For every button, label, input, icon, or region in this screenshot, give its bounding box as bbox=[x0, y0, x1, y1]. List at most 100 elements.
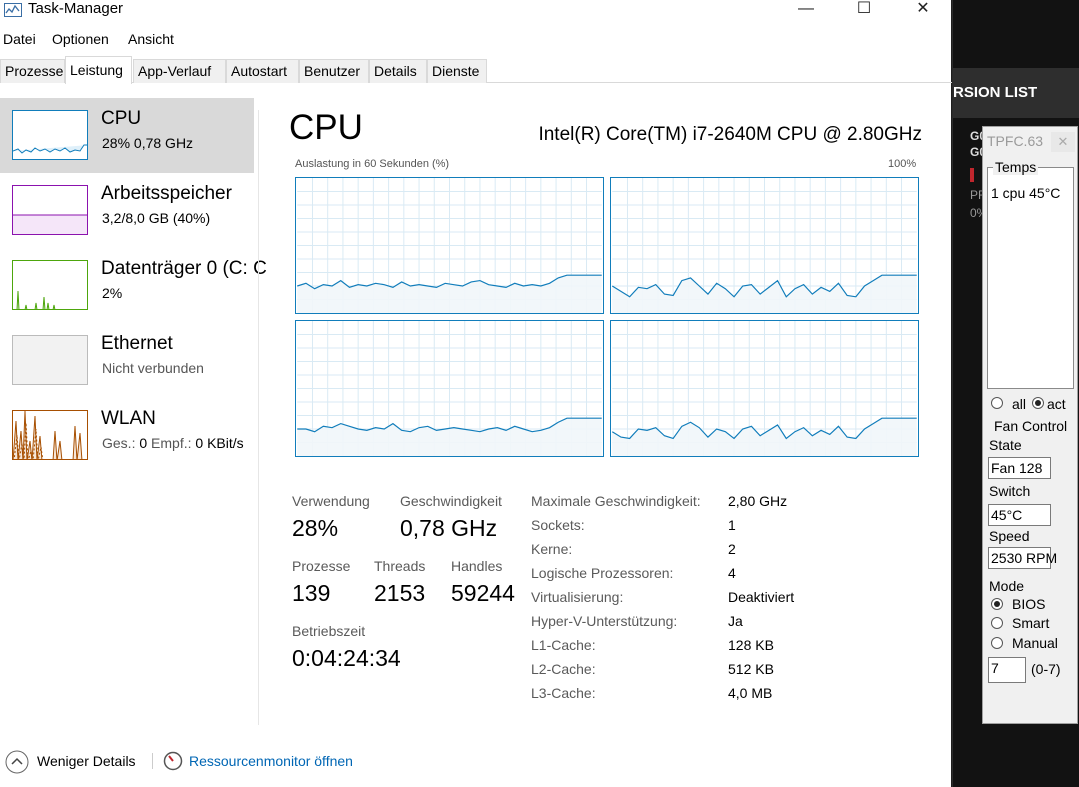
menu-optionen[interactable]: Optionen bbox=[52, 31, 109, 47]
level-input[interactable]: 7 bbox=[988, 657, 1026, 683]
info-value: Ja bbox=[728, 613, 743, 629]
background-app-red-mark bbox=[970, 168, 974, 182]
fan-control-title: TPFC.63 bbox=[987, 133, 1044, 149]
chevron-up-icon[interactable] bbox=[5, 750, 29, 774]
info-value: 128 KB bbox=[728, 637, 774, 653]
radio-smart-label: Smart bbox=[1012, 615, 1050, 631]
fan-control-window: TPFC.63 ✕ Temps 1 cpu 45°C all act Fan C… bbox=[982, 126, 1078, 724]
fan-control-label: Fan Control bbox=[994, 418, 1068, 434]
sidebar-cpu-title: CPU bbox=[101, 108, 142, 129]
wlan-thumbnail bbox=[12, 410, 88, 460]
close-button[interactable]: ✕ bbox=[900, 0, 946, 18]
maximize-button[interactable]: ☐ bbox=[841, 0, 887, 18]
memory-thumbnail bbox=[12, 185, 88, 235]
close-icon[interactable]: ✕ bbox=[1051, 132, 1075, 152]
radio-act[interactable] bbox=[1032, 397, 1044, 409]
resource-monitor-link[interactable]: Ressourcenmonitor öffnen bbox=[189, 753, 353, 769]
sidebar-ethernet-sub: Nicht verbunden bbox=[102, 360, 204, 376]
sidebar-cpu-sub: 28% 0,78 GHz bbox=[102, 135, 194, 151]
cpu-graph-core-1 bbox=[610, 177, 919, 314]
radio-manual[interactable] bbox=[991, 637, 1003, 649]
speed-value: 0,78 GHz bbox=[400, 515, 498, 541]
tab-benutzer[interactable]: Benutzer bbox=[299, 59, 369, 83]
radio-all[interactable] bbox=[991, 397, 1003, 409]
usage-value: 28% bbox=[292, 515, 339, 541]
uptime-value: 0:04:24:34 bbox=[292, 645, 401, 671]
task-manager-icon bbox=[4, 3, 22, 17]
info-key: L1-Cache: bbox=[531, 637, 596, 653]
performance-sidebar: CPU 28% 0,78 GHz Arbeitsspeicher 3,2/8,0… bbox=[0, 98, 267, 728]
speed-label: Geschwindigkeit bbox=[400, 493, 502, 509]
usage-label: Verwendung bbox=[292, 493, 370, 509]
page-title: CPU bbox=[289, 108, 363, 147]
info-value: 2 bbox=[728, 541, 736, 557]
radio-act-label: act bbox=[1047, 396, 1066, 412]
state-field: Fan 128 bbox=[988, 457, 1051, 479]
speed-field: 2530 RPM bbox=[988, 547, 1057, 569]
less-details-link[interactable]: Weniger Details bbox=[37, 753, 136, 769]
cpu-graph-core-2 bbox=[295, 320, 604, 457]
sidebar-wlan-title: WLAN bbox=[101, 408, 156, 429]
info-key: Logische Prozessoren: bbox=[531, 565, 674, 581]
info-key: Virtualisierung: bbox=[531, 589, 624, 605]
wlan-recv-value: 0 KBit/s bbox=[195, 435, 244, 451]
radio-bios[interactable] bbox=[991, 598, 1003, 610]
minimize-button[interactable]: — bbox=[783, 0, 829, 18]
handles-label: Handles bbox=[451, 558, 503, 574]
title-bar: Task-Manager — ☐ ✕ bbox=[0, 0, 952, 30]
sidebar-wlan-sub: Ges.: 0 Empf.: 0 KBit/s bbox=[102, 435, 244, 451]
sidebar-item-disk[interactable]: Datenträger 0 (C: C 2% bbox=[0, 248, 267, 323]
sidebar-item-wlan[interactable]: WLAN Ges.: 0 Empf.: 0 KBit/s bbox=[0, 398, 254, 473]
tab-bar: Prozesse Leistung App-Verlauf Autostart … bbox=[0, 56, 952, 84]
sidebar-item-memory[interactable]: Arbeitsspeicher 3,2/8,0 GB (40%) bbox=[0, 173, 254, 248]
tab-autostart[interactable]: Autostart bbox=[226, 59, 299, 83]
window-title: Task-Manager bbox=[28, 0, 124, 17]
tab-app-verlauf[interactable]: App-Verlauf bbox=[133, 59, 226, 83]
task-manager-window: Task-Manager — ☐ ✕ Datei Optionen Ansich… bbox=[0, 0, 952, 787]
cpu-graph-core-3 bbox=[610, 320, 919, 457]
cpu-thumbnail bbox=[12, 110, 88, 160]
processes-label: Prozesse bbox=[292, 558, 351, 574]
sidebar-disk-title: Datenträger 0 (C: C bbox=[101, 258, 267, 279]
radio-bios-label: BIOS bbox=[1012, 596, 1046, 612]
menu-datei[interactable]: Datei bbox=[3, 31, 36, 47]
info-value: 2,80 GHz bbox=[728, 493, 788, 509]
info-key: Hyper-V-Unterstützung: bbox=[531, 613, 678, 629]
info-value: 4 bbox=[728, 565, 736, 581]
info-value: Deaktiviert bbox=[728, 589, 795, 605]
level-range: (0-7) bbox=[1031, 661, 1061, 677]
menu-ansicht[interactable]: Ansicht bbox=[128, 31, 174, 47]
threads-value: 2153 bbox=[374, 580, 426, 606]
wlan-sent-value: 0 bbox=[139, 435, 148, 451]
radio-all-label: all bbox=[1012, 396, 1027, 412]
mode-label: Mode bbox=[989, 578, 1025, 594]
switch-field: 45°C bbox=[988, 504, 1051, 526]
sidebar-item-ethernet[interactable]: Ethernet Nicht verbunden bbox=[0, 323, 254, 398]
cpu-model: Intel(R) Core(TM) i7-2640M CPU @ 2.80GHz bbox=[538, 124, 922, 145]
cpu-graph-core-0 bbox=[295, 177, 604, 314]
footer-bar: Weniger Details Ressourcenmonitor öffnen bbox=[0, 748, 952, 776]
sidebar-item-cpu[interactable]: CPU 28% 0,78 GHz bbox=[0, 98, 254, 173]
menu-bar: Datei Optionen Ansicht bbox=[0, 30, 952, 50]
info-key: Sockets: bbox=[531, 517, 585, 533]
info-value: 1 bbox=[728, 517, 736, 533]
info-value: 4,0 MB bbox=[728, 685, 773, 701]
tab-leistung[interactable]: Leistung bbox=[65, 56, 132, 84]
wlan-recv-label: Empf.: bbox=[151, 435, 192, 451]
info-key: Kerne: bbox=[531, 541, 573, 557]
sidebar-ethernet-title: Ethernet bbox=[101, 333, 173, 354]
wlan-sent-label: Ges.: bbox=[102, 435, 136, 451]
processes-value: 139 bbox=[292, 580, 331, 606]
graph-max-label: 100% bbox=[888, 158, 917, 170]
footer-separator bbox=[152, 753, 153, 769]
tab-details[interactable]: Details bbox=[369, 59, 427, 83]
sidebar-memory-sub: 3,2/8,0 GB (40%) bbox=[102, 210, 211, 226]
tab-dienste[interactable]: Dienste bbox=[427, 59, 487, 83]
state-label: State bbox=[989, 437, 1022, 453]
radio-smart[interactable] bbox=[991, 617, 1003, 629]
temps-line: 1 cpu 45°C bbox=[991, 185, 1061, 201]
info-value: 512 KB bbox=[728, 661, 774, 677]
tab-prozesse[interactable]: Prozesse bbox=[0, 59, 65, 83]
ethernet-thumbnail bbox=[12, 335, 88, 385]
speed-label: Speed bbox=[989, 528, 1030, 544]
